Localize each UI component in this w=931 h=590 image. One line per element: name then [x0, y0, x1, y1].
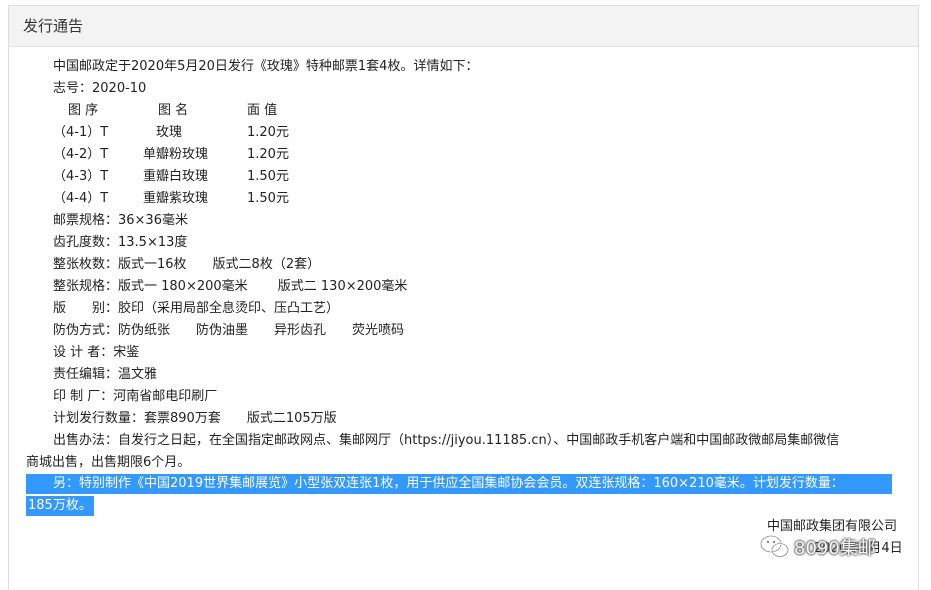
table-header-name: 图 名: [158, 103, 189, 118]
table-row-value: 1.50元: [247, 169, 289, 184]
detail-editor: 责任编辑：温文雅: [53, 367, 158, 382]
table-row-seq: （4-3）T: [53, 169, 109, 184]
table-row-value: 1.50元: [247, 191, 289, 206]
notice-serial: 志号：2020-10: [53, 81, 147, 96]
detail-sale-method-cont: 商城出售，出售期限6个月。: [26, 455, 191, 470]
selected-text-line[interactable]: 185万枚。: [26, 496, 94, 516]
detail-perforation: 齿孔度数：13.5×13度: [53, 235, 188, 250]
notice-content: 中国邮政定于2020年5月20日发行《玫瑰》特种邮票1套4枚。详情如下： 志号：…: [0, 0, 931, 585]
detail-sheet-count: 整张枚数：版式一16枚 版式二8枚（2套）: [53, 257, 321, 272]
selected-text-line[interactable]: 另：特别制作《中国2019世界集邮展览》小型张双连张1枚，用于供应全国集邮协会会…: [26, 474, 892, 494]
table-row-seq: （4-4）T: [53, 191, 109, 206]
table-row-name: 重瓣白玫瑰: [143, 169, 209, 184]
watermark: 8090集邮: [760, 532, 910, 562]
table-row-value: 1.20元: [247, 125, 289, 140]
table-header-seq: 图 序: [68, 103, 99, 118]
table-row-name: 单瓣粉玫瑰: [143, 147, 209, 162]
table-row-name: 重瓣紫玫瑰: [143, 191, 209, 206]
detail-printing: 版 别：胶印（采用局部全息烫印、压凸工艺）: [53, 301, 340, 316]
detail-security: 防伪方式：防伪纸张 防伪油墨 异形齿孔 荧光喷码: [53, 323, 405, 338]
wechat-icon: [760, 535, 789, 558]
detail-size: 邮票规格：36×36毫米: [53, 213, 188, 228]
table-row-seq: （4-2）T: [53, 147, 109, 162]
table-row-name: 玫瑰: [156, 125, 183, 140]
detail-sale-method: 出售办法：自发行之日起，在全国指定邮政网点、集邮网厅（https://jiyou…: [53, 433, 840, 448]
notice-intro: 中国邮政定于2020年5月20日发行《玫瑰》特种邮票1套4枚。详情如下：: [53, 59, 479, 74]
detail-printer: 印 制 厂：河南省邮电印刷厂: [53, 389, 218, 404]
table-row-value: 1.20元: [247, 147, 289, 162]
detail-sheet-size: 整张规格：版式一 180×200毫米 版式二 130×200毫米: [53, 279, 408, 294]
detail-designer: 设 计 者：宋鉴: [53, 345, 140, 360]
table-row-seq: （4-1）T: [53, 125, 109, 140]
detail-quantity: 计划发行数量：套票890万套 版式二105万版: [53, 411, 337, 426]
table-header-value: 面 值: [247, 103, 278, 118]
watermark-text: 8090集邮: [794, 538, 876, 559]
